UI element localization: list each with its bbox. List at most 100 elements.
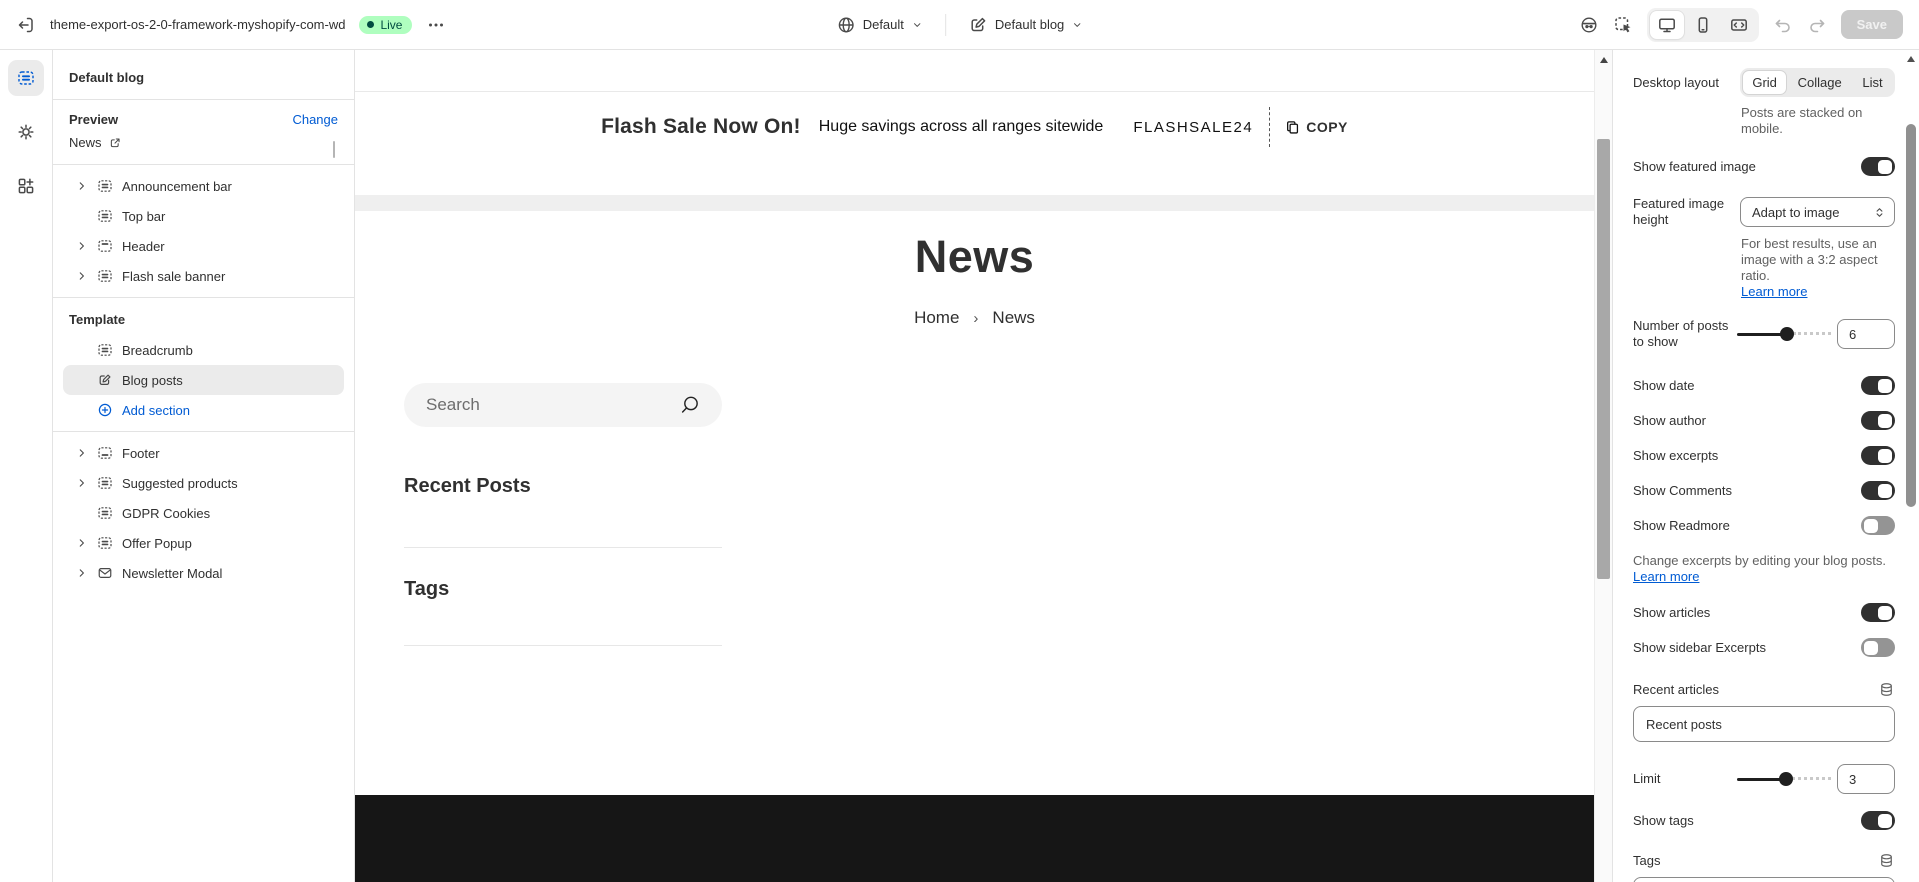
flash-sale-banner-section[interactable]: Flash Sale Now On! Huge savings across a… [355, 92, 1612, 162]
template-sections-group: Breadcrumb Blog posts Add section [53, 335, 354, 431]
chevron-spacer [72, 340, 92, 360]
setting-label: Show excerpts [1633, 448, 1861, 464]
limit-input[interactable] [1837, 764, 1895, 794]
number-of-posts-slider[interactable] [1737, 326, 1831, 342]
rail-settings-button[interactable] [8, 114, 44, 150]
add-section-button[interactable]: Add section [63, 395, 344, 425]
limit-slider[interactable] [1737, 771, 1831, 787]
page-selector[interactable]: Default blog [968, 15, 1083, 35]
banner-coupon-code: FLASHSALE24 [1133, 119, 1253, 136]
layout-option-grid[interactable]: Grid [1742, 70, 1787, 95]
sidebar-item-flash-sale-banner[interactable]: Flash sale banner [63, 261, 344, 291]
sidebar-item-newsletter-modal[interactable]: Newsletter Modal [63, 558, 344, 588]
section-settings-panel: Desktop layout Grid Collage List Posts a… [1612, 50, 1919, 882]
show-date-toggle[interactable] [1861, 376, 1895, 395]
learn-more-link[interactable]: Learn more [1633, 569, 1699, 584]
fullwidth-view-button[interactable] [1722, 11, 1756, 39]
search-placeholder: Search [426, 395, 480, 415]
setting-label: Show articles [1633, 605, 1861, 621]
envelope-icon [97, 565, 113, 581]
section-icon [97, 475, 113, 491]
sidebar-scrollbar-thumb[interactable] [333, 141, 335, 158]
chevron-right-icon[interactable] [72, 563, 92, 583]
exit-icon[interactable] [16, 15, 36, 35]
number-of-posts-input[interactable] [1837, 319, 1895, 349]
rail-sections-button[interactable] [8, 60, 44, 96]
search-icon[interactable] [678, 394, 700, 416]
chevron-right-icon[interactable] [72, 473, 92, 493]
chevron-right-icon[interactable] [72, 443, 92, 463]
slider-knob[interactable] [1779, 772, 1793, 786]
sidebar-item-blog-posts[interactable]: Blog posts [63, 365, 344, 395]
undo-button[interactable] [1773, 15, 1793, 35]
copy-code-button[interactable]: COPY [1269, 107, 1348, 147]
rail-apps-button[interactable] [8, 168, 44, 204]
layout-option-list[interactable]: List [1852, 70, 1893, 95]
sidebar-item-breadcrumb[interactable]: Breadcrumb [63, 335, 344, 365]
chevron-right-icon[interactable] [72, 236, 92, 256]
sidebar-item-offer-popup[interactable]: Offer Popup [63, 528, 344, 558]
chevron-right-icon[interactable] [72, 176, 92, 196]
breadcrumb-home-link[interactable]: Home [914, 308, 959, 328]
preview-scrollbar-thumb[interactable] [1597, 139, 1610, 579]
show-tags-toggle[interactable] [1861, 811, 1895, 830]
item-label: Footer [122, 446, 160, 461]
section-icon [97, 505, 113, 521]
learn-more-link[interactable]: Learn more [1741, 284, 1807, 299]
setting-show-comments: Show Comments [1633, 481, 1895, 500]
save-button[interactable]: Save [1841, 10, 1903, 39]
sidebar-item-header[interactable]: Header [63, 231, 344, 261]
show-comments-toggle[interactable] [1861, 481, 1895, 500]
featured-image-height-select[interactable]: Adapt to image [1740, 197, 1895, 227]
setting-label: Featured image height [1633, 196, 1740, 228]
setting-show-readmore: Show Readmore [1633, 516, 1895, 535]
setting-desktop-layout: Desktop layout Grid Collage List [1633, 68, 1895, 97]
setting-label: Show featured image [1633, 159, 1861, 175]
more-options-button[interactable] [426, 15, 446, 35]
setting-featured-image-height: Featured image height Adapt to image [1633, 196, 1895, 228]
show-articles-toggle[interactable] [1861, 603, 1895, 622]
show-excerpts-toggle[interactable] [1861, 446, 1895, 465]
setting-number-of-posts: Number of posts to show [1633, 318, 1895, 350]
layout-option-collage[interactable]: Collage [1787, 70, 1852, 95]
dynamic-source-icon[interactable] [1878, 681, 1895, 698]
scroll-up-arrow[interactable] [1600, 57, 1608, 63]
desktop-view-button[interactable] [1650, 11, 1684, 39]
show-author-toggle[interactable] [1861, 411, 1895, 430]
section-icon [97, 208, 113, 224]
panel-scrollbar-thumb[interactable] [1906, 124, 1916, 507]
show-sidebar-excerpts-toggle[interactable] [1861, 638, 1895, 657]
preview-incognito-icon[interactable] [1579, 15, 1599, 35]
external-link-icon[interactable] [108, 136, 122, 150]
chevron-right-icon[interactable] [72, 266, 92, 286]
tags-input[interactable] [1633, 877, 1895, 882]
inspect-icon[interactable] [1613, 15, 1633, 35]
slider-knob[interactable] [1780, 327, 1794, 341]
sidebar-item-suggested-products[interactable]: Suggested products [63, 468, 344, 498]
redo-button[interactable] [1807, 15, 1827, 35]
setting-label: Number of posts to show [1633, 318, 1737, 350]
sidebar-item-gdpr-cookies[interactable]: GDPR Cookies [63, 498, 344, 528]
change-preview-link[interactable]: Change [292, 112, 338, 127]
dynamic-source-icon[interactable] [1878, 852, 1895, 869]
excerpts-note: Change excerpts by editing your blog pos… [1633, 553, 1895, 585]
footer-sections-group: Footer Suggested products GDPR Cookies O… [53, 432, 354, 594]
recent-articles-input[interactable] [1633, 706, 1895, 742]
sidebar-item-top-bar[interactable]: Top bar [63, 201, 344, 231]
show-readmore-toggle[interactable] [1861, 516, 1895, 535]
item-label: Suggested products [122, 476, 238, 491]
mobile-view-button[interactable] [1686, 11, 1720, 39]
chevron-right-icon[interactable] [72, 533, 92, 553]
scroll-up-arrow[interactable] [1907, 56, 1915, 62]
sidebar-item-announcement-bar[interactable]: Announcement bar [63, 171, 344, 201]
preview-scrollbar[interactable] [1594, 50, 1612, 882]
panel-scrollbar[interactable] [1903, 50, 1919, 882]
setting-label: Desktop layout [1633, 75, 1740, 91]
blog-search-field[interactable]: Search [404, 383, 722, 427]
divider [945, 14, 946, 36]
locale-selector[interactable]: Default [836, 15, 923, 35]
top-bar: theme-export-os-2-0-framework-myshopify-… [0, 0, 1919, 50]
sidebar-item-footer[interactable]: Footer [63, 438, 344, 468]
show-featured-image-toggle[interactable] [1861, 157, 1895, 176]
footer-section[interactable] [355, 795, 1594, 882]
